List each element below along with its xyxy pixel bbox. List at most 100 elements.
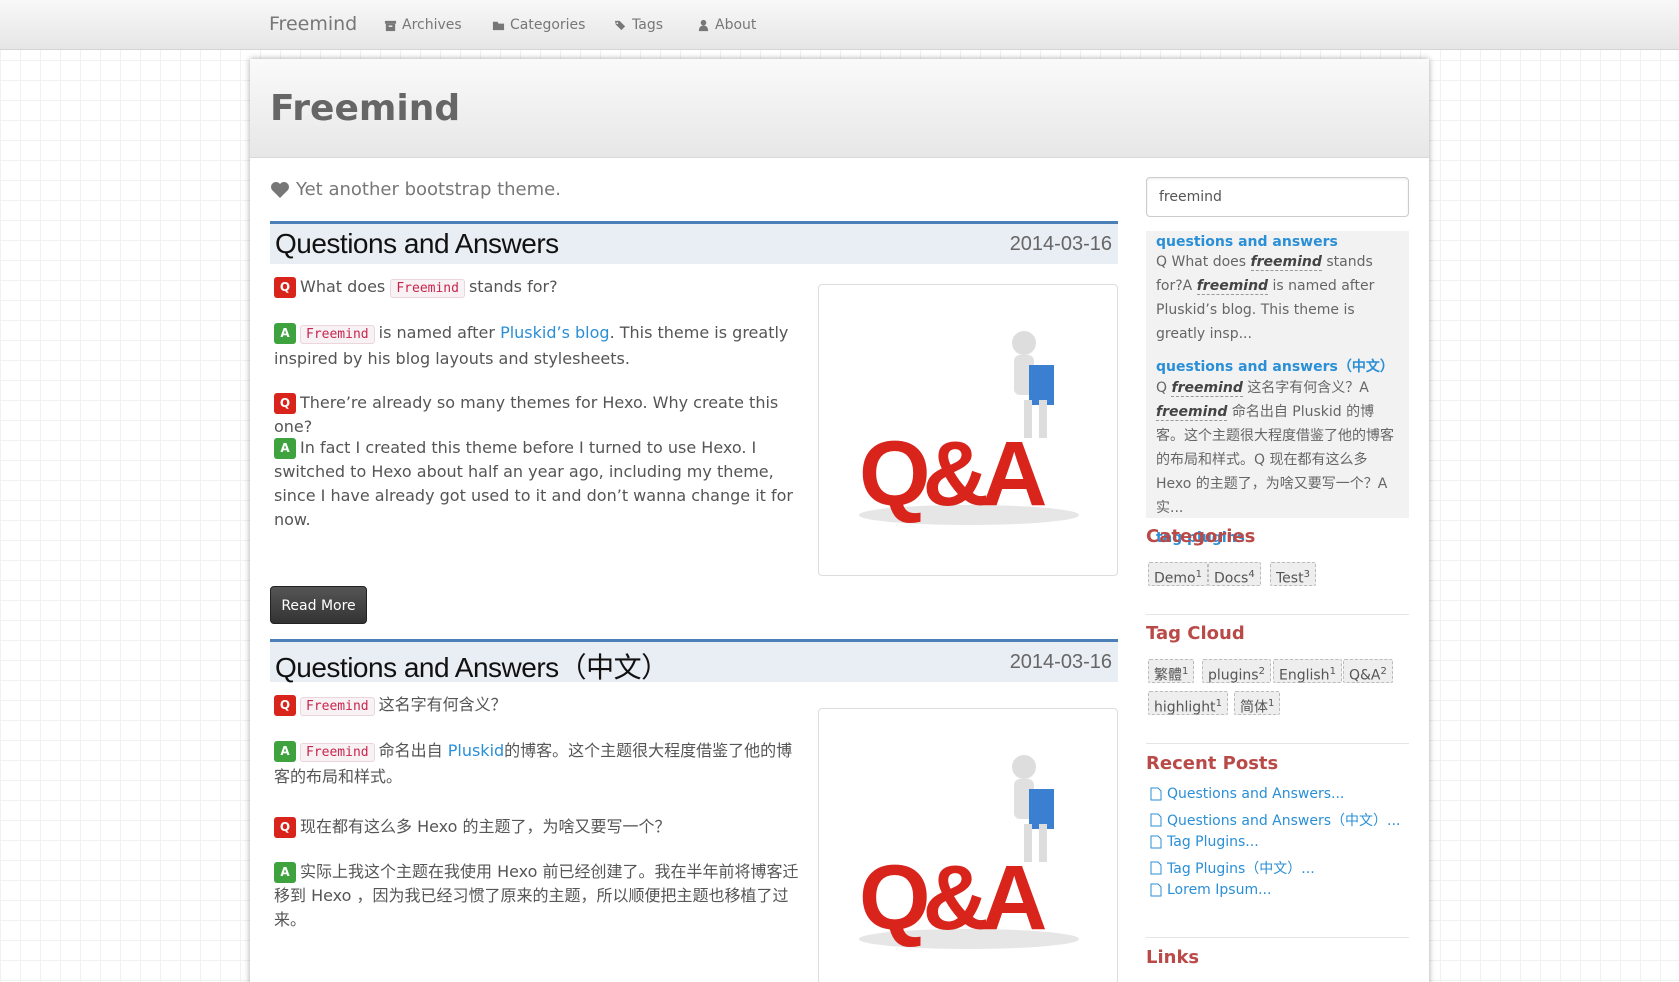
chip-count: 1 bbox=[1215, 698, 1222, 709]
links-heading: Links bbox=[1146, 947, 1200, 968]
navbar: Freemind Archives Categories Tags About bbox=[0, 0, 1679, 50]
question-paragraph: Q What does Freemind stands for? bbox=[274, 275, 804, 301]
chip-count: 2 bbox=[1258, 666, 1265, 677]
svg-text:Q&A: Q&A bbox=[859, 847, 1046, 949]
tag-chip[interactable]: 繁體1 bbox=[1148, 659, 1195, 684]
tag-chip[interactable]: English1 bbox=[1273, 659, 1342, 684]
question-badge: Q bbox=[274, 695, 296, 716]
recent-post-link[interactable]: Lorem Ipsum... bbox=[1150, 882, 1271, 898]
recent-post-label: Lorem Ipsum... bbox=[1167, 882, 1272, 898]
highlight: freemind bbox=[1250, 254, 1322, 271]
text: 这名字有何含义？ bbox=[378, 695, 507, 714]
tag-chip[interactable]: plugins2 bbox=[1202, 659, 1271, 684]
tagline-text: Yet another bootstrap theme. bbox=[296, 179, 561, 200]
nav-label: About bbox=[715, 17, 757, 33]
recent-post-link[interactable]: Questions and Answers（中文）... bbox=[1150, 810, 1400, 830]
search-result[interactable]: questions and answers（中文） Q freemind 这名字… bbox=[1156, 346, 1399, 520]
chip-count: 1 bbox=[1182, 666, 1189, 677]
user-icon bbox=[698, 19, 709, 31]
tag-chip[interactable]: highlight1 bbox=[1148, 691, 1228, 716]
chip-count: 1 bbox=[1268, 698, 1275, 709]
inline-code: Freemind bbox=[300, 325, 375, 344]
question-paragraph: Q 现在都有这么多 Hexo 的主题了，为啥又要写一个？ bbox=[274, 815, 804, 839]
search-result-title[interactable]: questions and answers（中文） bbox=[1156, 356, 1399, 376]
chip-label: Demo bbox=[1154, 570, 1196, 587]
nav-item-archives[interactable]: Archives bbox=[384, 17, 462, 33]
text: 实际上我这个主题在我使用 Hexo 前已经创建了。我在半年前将博客迁移到 Hex… bbox=[274, 862, 799, 929]
text: In fact I created this theme before I tu… bbox=[274, 438, 794, 529]
chip-count: 3 bbox=[1303, 569, 1310, 580]
tags-icon bbox=[614, 20, 626, 30]
recent-posts-heading: Recent Posts bbox=[1146, 753, 1279, 774]
answer-badge: A bbox=[274, 323, 296, 344]
chip-label: Test bbox=[1276, 570, 1304, 587]
tag-cloud-heading: Tag Cloud bbox=[1146, 623, 1245, 644]
highlight: freemind bbox=[1171, 380, 1243, 397]
answer-paragraph: A 实际上我这个主题在我使用 Hexo 前已经创建了。我在半年前将博客迁移到 He… bbox=[274, 860, 804, 932]
text: There’re already so many themes for Hexo… bbox=[274, 393, 779, 436]
nav-label: Archives bbox=[402, 17, 462, 33]
post-thumbnail[interactable]: Q&A bbox=[818, 708, 1118, 982]
highlight: freemind bbox=[1156, 404, 1228, 421]
answer-paragraph: A In fact I created this theme before I t… bbox=[274, 436, 804, 532]
divider bbox=[1146, 743, 1409, 744]
pluskid-blog-link[interactable]: Pluskid’s blog bbox=[500, 323, 610, 342]
chip-label: English bbox=[1279, 667, 1330, 684]
navbar-brand[interactable]: Freemind bbox=[269, 13, 357, 35]
text: Q What does bbox=[1156, 254, 1251, 270]
recent-post-link[interactable]: Tag Plugins... bbox=[1150, 834, 1259, 850]
tagline: Yet another bootstrap theme. bbox=[270, 179, 561, 200]
answer-paragraph: A Freemind is named after Pluskid’s blog. … bbox=[274, 321, 804, 371]
post-header: Questions and Answers 2014-03-16 bbox=[270, 221, 1118, 264]
question-badge: Q bbox=[274, 277, 296, 298]
question-paragraph: Q Freemind 这名字有何含义？ bbox=[274, 693, 804, 719]
read-more-button[interactable]: Read More bbox=[270, 586, 367, 624]
chip-count: 2 bbox=[1380, 666, 1387, 677]
category-chip[interactable]: Demo1 bbox=[1148, 562, 1208, 587]
site-title: Freemind bbox=[270, 88, 461, 129]
chip-count: 1 bbox=[1329, 666, 1336, 677]
recent-post-link[interactable]: Tag Plugins（中文）... bbox=[1150, 858, 1315, 878]
nav-item-about[interactable]: About bbox=[697, 17, 756, 33]
chip-label: plugins bbox=[1208, 667, 1259, 684]
recent-post-label: Questions and Answers... bbox=[1167, 786, 1345, 802]
chip-label: 繁體 bbox=[1154, 667, 1182, 684]
post-title[interactable]: Questions and Answers bbox=[275, 228, 559, 260]
recent-post-link[interactable]: Questions and Answers... bbox=[1150, 786, 1344, 802]
category-chip[interactable]: Test3 bbox=[1270, 562, 1316, 587]
categories-heading: Categories bbox=[1146, 526, 1256, 547]
post-date: 2014-03-16 bbox=[1009, 651, 1112, 673]
file-icon bbox=[1150, 835, 1162, 849]
search-input[interactable] bbox=[1146, 177, 1409, 217]
question-badge: Q bbox=[274, 393, 296, 414]
post-title[interactable]: Questions and Answers（中文） bbox=[275, 646, 669, 686]
file-icon bbox=[1150, 861, 1162, 875]
search-result-snippet: Q freemind 这名字有何含义？A freemind 命名出自 Plusk… bbox=[1156, 376, 1399, 520]
page-header: Freemind bbox=[250, 59, 1429, 158]
search-result[interactable]: questions and answers Q What does freemi… bbox=[1156, 231, 1399, 346]
svg-text:Q&A: Q&A bbox=[859, 423, 1046, 525]
file-icon bbox=[1150, 787, 1162, 801]
inline-code: Freemind bbox=[300, 743, 375, 762]
answer-badge: A bbox=[274, 438, 296, 459]
file-icon bbox=[1150, 883, 1162, 897]
nav-item-tags[interactable]: Tags bbox=[614, 17, 663, 33]
post-thumbnail[interactable]: Q&A bbox=[818, 284, 1118, 576]
main-container: Freemind Yet another bootstrap theme. Qu… bbox=[250, 59, 1429, 982]
pluskid-link[interactable]: Pluskid bbox=[448, 741, 504, 760]
text: Q bbox=[1156, 380, 1172, 396]
inline-code: Freemind bbox=[390, 279, 465, 298]
chip-label: Q&A bbox=[1349, 667, 1381, 684]
question-badge: Q bbox=[274, 817, 296, 838]
chip-label: 简体 bbox=[1240, 699, 1268, 716]
qa-illustration-icon: Q&A bbox=[859, 331, 1079, 525]
archive-icon bbox=[384, 20, 397, 31]
text: 命名出自 bbox=[378, 741, 443, 760]
tag-chip[interactable]: 简体1 bbox=[1234, 691, 1281, 716]
file-icon bbox=[1150, 813, 1162, 827]
tag-chip[interactable]: Q&A2 bbox=[1343, 659, 1393, 684]
search-result-title[interactable]: questions and answers bbox=[1156, 234, 1399, 250]
category-chip[interactable]: Docs4 bbox=[1208, 562, 1261, 587]
chip-count: 1 bbox=[1195, 569, 1202, 580]
nav-item-categories[interactable]: Categories bbox=[492, 17, 585, 33]
